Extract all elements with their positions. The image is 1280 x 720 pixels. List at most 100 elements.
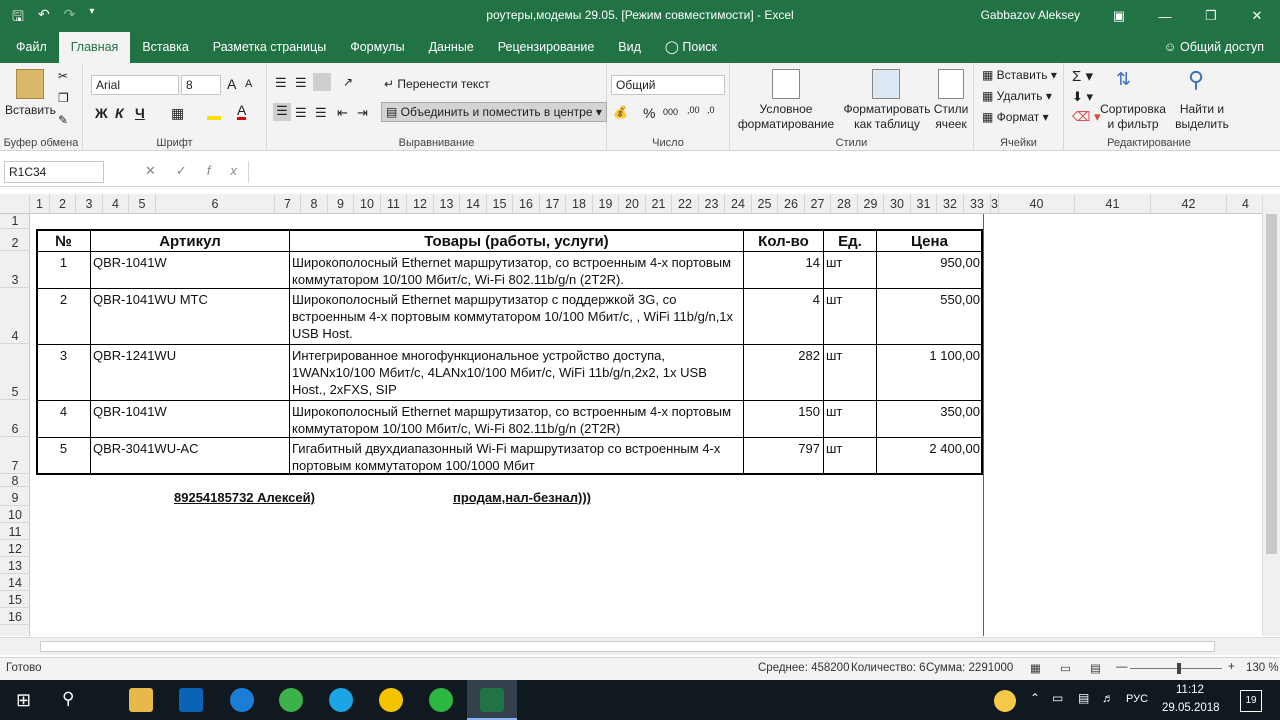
column-header[interactable]: 22 (672, 194, 699, 214)
cell-price[interactable]: 350,00 (877, 402, 982, 421)
name-box[interactable]: R1C34 (4, 161, 104, 183)
column-header[interactable]: 30 (884, 194, 911, 214)
orientation-icon[interactable]: ↗ (343, 75, 353, 89)
percent-icon[interactable]: % (643, 105, 655, 121)
italic-button[interactable]: К (115, 105, 124, 121)
clock-date[interactable]: 29.05.2018 (1162, 702, 1220, 714)
column-header[interactable]: 27 (805, 194, 831, 214)
column-header[interactable]: 12 (407, 194, 434, 214)
cell-num[interactable]: 2 (37, 290, 90, 309)
cell-qty[interactable]: 14 (744, 253, 822, 272)
format-cells-button[interactable]: ▦ Формат ▾ (982, 110, 1049, 124)
user-name[interactable]: Gabbazov Aleksey (981, 8, 1080, 22)
column-header[interactable]: 4 (1227, 194, 1262, 214)
1c-icon[interactable] (379, 688, 403, 712)
tab-home[interactable]: Главная (58, 32, 131, 63)
column-header[interactable]: 31 (911, 194, 937, 214)
tab-search[interactable]: ◯ Поиск (653, 32, 729, 63)
whatsapp-icon[interactable] (429, 688, 453, 712)
cell-num[interactable]: 1 (37, 253, 90, 272)
volume-icon[interactable]: ♬ (1102, 691, 1114, 705)
font-size-select[interactable]: 8 (181, 75, 221, 95)
row-header[interactable]: 10 (0, 506, 30, 523)
column-header[interactable]: 25 (752, 194, 778, 214)
clock-time[interactable]: 11:12 (1176, 684, 1204, 696)
column-header[interactable]: 41 (1075, 194, 1151, 214)
fill-color-icon[interactable] (207, 104, 221, 120)
page-break-view-icon[interactable]: ▤ (1090, 661, 1101, 675)
tray-chevron-icon[interactable]: ⌃ (1030, 691, 1040, 705)
column-header[interactable]: 32 (937, 194, 964, 214)
cell-article[interactable]: QBR-3041WU-AC (91, 439, 289, 458)
column-header[interactable]: 15 (487, 194, 513, 214)
row-header[interactable]: 9 (0, 487, 30, 506)
align-left-icon[interactable]: ☰ (273, 103, 291, 121)
paste-button[interactable]: Вставить (5, 103, 56, 117)
header-price[interactable]: Цена (877, 232, 982, 251)
zoom-slider-thumb[interactable] (1177, 663, 1181, 674)
tab-file[interactable]: Файл (4, 32, 59, 63)
row-header[interactable]: 2 (0, 229, 30, 251)
zoom-level[interactable]: 130 % (1246, 662, 1279, 674)
row-header[interactable]: 7 (0, 437, 30, 474)
cell-num[interactable]: 3 (37, 346, 90, 365)
icq-icon[interactable] (279, 688, 303, 712)
increase-indent-icon[interactable]: ⇥ (357, 105, 368, 121)
find-select-button[interactable]: Найти и выделить (1170, 102, 1234, 132)
cell-price[interactable]: 1 100,00 (877, 346, 982, 365)
column-header[interactable]: 3 (76, 194, 103, 214)
horizontal-scroll-thumb[interactable] (40, 641, 1215, 652)
decrease-indent-icon[interactable]: ⇤ (337, 105, 348, 121)
cell-unit[interactable]: шт (824, 439, 876, 458)
row-header[interactable]: 13 (0, 557, 30, 574)
column-header[interactable]: 20 (619, 194, 646, 214)
row-header[interactable]: 4 (0, 288, 30, 344)
align-middle-icon[interactable]: ☰ (295, 75, 307, 91)
fill-icon[interactable]: ⬇ ▾ (1072, 89, 1093, 105)
edge-icon[interactable] (230, 688, 254, 712)
windows-start-icon[interactable]: ⊞ (16, 690, 31, 711)
notification-center-icon[interactable]: 19 (1240, 690, 1262, 712)
select-all-corner[interactable] (0, 194, 30, 214)
column-header[interactable]: 40 (999, 194, 1075, 214)
underline-button[interactable]: Ч (135, 105, 145, 121)
column-header[interactable]: 2 (50, 194, 76, 214)
grow-font-icon[interactable]: A (227, 76, 236, 92)
enter-icon[interactable]: ✓ (176, 163, 207, 178)
zoom-slider[interactable] (1130, 668, 1222, 669)
horizontal-scrollbar[interactable] (0, 637, 1280, 655)
vertical-scrollbar[interactable] (1262, 194, 1280, 636)
sort-filter-button[interactable]: Сортировка и фильтр (1098, 102, 1168, 132)
cell-goods[interactable]: Широкополосный Ethernet маршрутизатор, с… (290, 402, 743, 437)
conditional-formatting-button[interactable]: Условное форматирование (734, 102, 838, 132)
row-header[interactable]: 3 (0, 251, 30, 288)
language-indicator[interactable]: РУС (1126, 693, 1148, 705)
cell-article[interactable]: QBR-1041W (91, 402, 289, 421)
insert-cells-button[interactable]: ▦ Вставить ▾ (982, 68, 1057, 82)
column-header[interactable]: 17 (540, 194, 566, 214)
tab-data[interactable]: Данные (417, 32, 486, 63)
sale-note[interactable]: продам,нал-безнал))) (451, 488, 593, 507)
column-header[interactable]: 6 (156, 194, 275, 214)
tab-formulas[interactable]: Формулы (338, 32, 416, 63)
autosum-icon[interactable]: Σ ▾ (1072, 67, 1093, 85)
row-header[interactable]: 6 (0, 400, 30, 437)
cell-article[interactable]: QBR-1041W (91, 253, 289, 272)
row-header[interactable]: 8 (0, 474, 30, 488)
column-header[interactable]: 8 (301, 194, 328, 214)
paste-icon[interactable] (16, 69, 44, 99)
spreadsheet-grid[interactable]: 1 2 3 4 5 6 7 8 9 10 11 12 13 14 15 16 17 18 19 20 21 22 23 24 2… (0, 194, 1262, 636)
format-as-table-button[interactable]: Форматировать как таблицу (838, 102, 936, 132)
cell-price[interactable]: 550,00 (877, 290, 982, 309)
page-layout-view-icon[interactable]: ▭ (1060, 661, 1071, 675)
network-icon[interactable]: ▤ (1078, 691, 1089, 705)
column-header[interactable]: 21 (646, 194, 672, 214)
cancel-icon[interactable]: ✕ (145, 163, 176, 178)
cell-qty[interactable]: 4 (744, 290, 822, 309)
column-header[interactable]: 13 (434, 194, 460, 214)
column-header[interactable]: 7 (275, 194, 301, 214)
cell-goods[interactable]: Широкополосный Ethernet маршрутизатор с … (290, 290, 743, 344)
merge-center-button[interactable]: ▤ Объединить и поместить в центре ▾ (381, 102, 607, 122)
column-header[interactable]: 14 (460, 194, 487, 214)
row-header[interactable]: 1 (0, 214, 30, 229)
